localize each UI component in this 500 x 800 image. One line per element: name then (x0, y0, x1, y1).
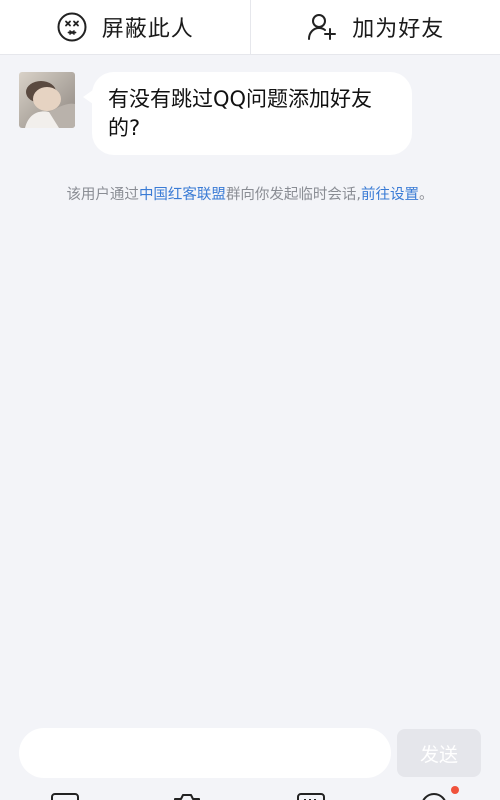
notice-prefix: 该用户通过 (66, 187, 139, 203)
emoji-badge (451, 786, 459, 794)
gif-button[interactable] (296, 790, 326, 800)
notice-middle: 群向你发起临时会话, (225, 187, 362, 203)
message-input[interactable] (19, 728, 391, 778)
temp-session-notice: 该用户通过中国红客联盟群向你发起临时会话,前往设置。 (0, 183, 500, 204)
avatar-photo (19, 72, 75, 128)
emoji-icon (422, 793, 446, 800)
emoji-button[interactable] (419, 790, 449, 800)
add-user-icon (308, 14, 337, 40)
camera-button[interactable] (172, 790, 202, 800)
add-friend-label: 加为好友 (352, 17, 445, 42)
bottom-toolbar (0, 786, 500, 800)
dizzy-face-icon (57, 12, 87, 42)
message-text: 有没有跳过QQ问题添加好友的? (108, 87, 373, 140)
gif-icon (297, 793, 325, 800)
message-bubble[interactable]: 有没有跳过QQ问题添加好友的? (83, 72, 412, 155)
settings-link[interactable]: 前往设置 (361, 187, 419, 203)
add-friend-button[interactable]: 加为好友 (249, 0, 500, 54)
sender-avatar[interactable] (19, 72, 75, 128)
image-button[interactable] (50, 790, 80, 800)
camera-icon (174, 794, 200, 800)
notice-suffix: 。 (419, 187, 434, 203)
block-user-label: 屏蔽此人 (101, 17, 194, 42)
block-user-button[interactable]: 屏蔽此人 (0, 0, 250, 54)
top-action-bar: 屏蔽此人 加为好友 (0, 0, 500, 55)
group-link[interactable]: 中国红客联盟 (139, 187, 226, 203)
send-button[interactable]: 发送 (397, 729, 481, 777)
chat-screen: 屏蔽此人 加为好友 有没有跳过QQ问题添加好友的? 该用户通过中国红客联盟群向你… (0, 0, 500, 800)
image-icon (51, 793, 79, 800)
